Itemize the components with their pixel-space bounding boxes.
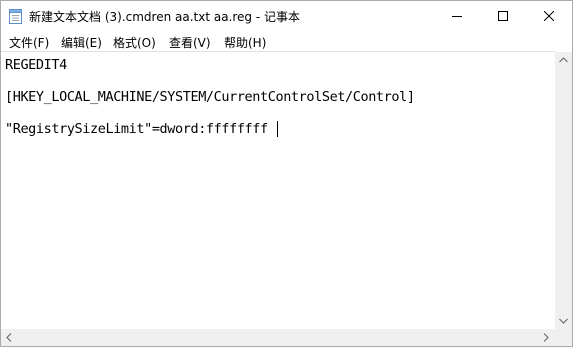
notepad-icon[interactable] — [9, 8, 22, 24]
scroll-right-button[interactable] — [538, 329, 555, 346]
scroll-up-arrow-icon — [559, 57, 568, 63]
text-line: REGEDIT4 — [5, 57, 67, 73]
notepad-window: 新建文本文档 (3).cmdren aa.txt aa.reg - 记事本 文件… — [0, 0, 573, 347]
menu-format[interactable]: 格式(O) — [113, 34, 156, 51]
menu-edit[interactable]: 编辑(E) — [61, 34, 102, 51]
close-button[interactable] — [526, 1, 572, 31]
scroll-right-arrow-icon — [543, 333, 549, 342]
text-line: "RegistrySizeLimit"=dword:ffffffff — [5, 121, 268, 137]
scroll-up-button[interactable] — [555, 52, 572, 69]
maximize-button[interactable] — [480, 1, 526, 31]
scroll-down-arrow-icon — [559, 318, 568, 324]
close-icon — [544, 11, 554, 21]
scroll-left-button[interactable] — [1, 329, 18, 346]
text-editor-area[interactable]: REGEDIT4 [HKEY_LOCAL_MACHINE/SYSTEM/Curr… — [1, 51, 555, 332]
scroll-left-arrow-icon — [6, 333, 12, 342]
minimize-icon — [452, 16, 462, 17]
vertical-scrollbar[interactable] — [555, 52, 572, 330]
menu-help[interactable]: 帮助(H) — [224, 34, 266, 51]
menu-file[interactable]: 文件(F) — [9, 34, 49, 51]
scrollbar-corner — [555, 329, 572, 346]
text-line: [HKEY_LOCAL_MACHINE/SYSTEM/CurrentContro… — [5, 89, 415, 105]
menu-view[interactable]: 查看(V) — [169, 34, 211, 51]
window-title: 新建文本文档 (3).cmdren aa.txt aa.reg - 记事本 — [29, 10, 301, 24]
minimize-button[interactable] — [434, 1, 480, 31]
scroll-down-button[interactable] — [555, 313, 572, 330]
maximize-icon — [498, 11, 508, 21]
horizontal-scrollbar[interactable] — [1, 329, 555, 346]
menu-bar: 文件(F) 编辑(E) 格式(O) 查看(V) 帮助(H) — [1, 31, 572, 51]
text-caret — [277, 121, 278, 137]
title-bar[interactable]: 新建文本文档 (3).cmdren aa.txt aa.reg - 记事本 — [1, 1, 572, 31]
